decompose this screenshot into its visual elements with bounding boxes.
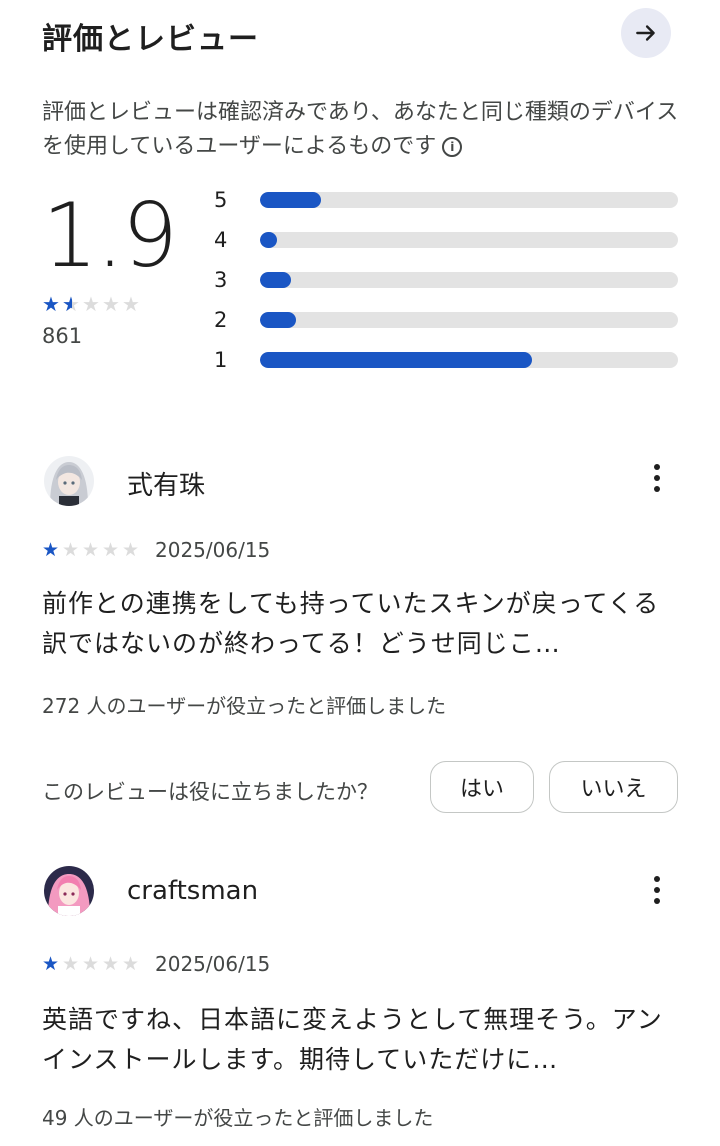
info-icon[interactable]: i (442, 137, 463, 157)
star-empty-icon: ★ (82, 292, 100, 316)
rating-bar-fill (260, 272, 292, 288)
star-empty-icon: ★ (102, 953, 120, 975)
rating-bar-row: 3 (214, 268, 678, 292)
rating-bar-fill (260, 192, 321, 208)
review-text[interactable]: 英語ですね、日本語に変えようとして無理そう。アンインストールします。期待していた… (42, 1000, 682, 1080)
star-empty-icon: ★ (62, 539, 80, 561)
rating-bar-label: 1 (214, 348, 228, 372)
rating-bar-track (260, 272, 678, 288)
half-star-icon: ★ (62, 294, 81, 314)
avatar[interactable] (44, 456, 94, 506)
reviewer-name: craftsman (127, 876, 259, 906)
star-empty-icon: ★ (82, 953, 100, 975)
star-icon: ★ (42, 953, 60, 975)
section-title: 評価とレビュー (42, 22, 259, 57)
rating-bar-fill (260, 352, 532, 368)
review-date: 2025/06/15 (155, 538, 271, 562)
reviewer-name: 式有珠 (127, 471, 206, 501)
more-options-icon[interactable] (645, 870, 669, 910)
helpful-count: 272 人のユーザーが役立ったと評価しました (42, 694, 447, 718)
average-rating: 1.9 (42, 184, 178, 287)
see-all-reviews-button[interactable] (621, 8, 671, 58)
avatar[interactable] (44, 866, 94, 916)
rating-bar-track (260, 352, 678, 368)
review-meta: ★ ★ ★ ★ ★ 2025/06/15 (42, 952, 270, 976)
star-empty-icon: ★ (102, 539, 120, 561)
rating-bar-track (260, 192, 678, 208)
rating-bar-row: 4 (214, 228, 678, 252)
more-options-icon[interactable] (645, 458, 669, 498)
review-stars: ★ ★ ★ ★ ★ (42, 540, 141, 560)
rating-bar-track (260, 312, 678, 328)
rating-bar-row: 5 (214, 188, 678, 212)
rating-bar-label: 2 (214, 308, 228, 332)
rating-bar-row: 1 (214, 348, 678, 372)
helpful-count: 49 人のユーザーが役立ったと評価しました (42, 1106, 434, 1130)
review-stars: ★ ★ ★ ★ ★ (42, 954, 141, 974)
avatar-image (44, 456, 94, 506)
rating-bar-label: 5 (214, 188, 228, 212)
star-empty-icon: ★ (82, 539, 100, 561)
rating-bar-label: 3 (214, 268, 228, 292)
star-empty-icon: ★ (122, 292, 140, 316)
rating-bar-track (260, 232, 678, 248)
star-icon: ★ (42, 539, 60, 561)
review-meta: ★ ★ ★ ★ ★ 2025/06/15 (42, 538, 270, 562)
review-count: 861 (42, 324, 83, 348)
rating-bar-fill (260, 312, 296, 328)
avatar-image (44, 866, 94, 916)
helpful-yes-button[interactable]: はい (430, 761, 534, 813)
star-empty-icon: ★ (62, 953, 80, 975)
helpful-no-button[interactable]: いいえ (549, 761, 678, 813)
rating-bar-label: 4 (214, 228, 228, 252)
rating-bar-fill (260, 232, 277, 248)
review-date: 2025/06/15 (155, 952, 271, 976)
star-empty-icon: ★ (122, 539, 140, 561)
star-icon: ★ (42, 292, 60, 316)
rating-bar-row: 2 (214, 308, 678, 332)
review-text[interactable]: 前作との連携をしても持っていたスキンが戻ってくる訳ではないのが終わってる！どうせ… (42, 584, 682, 664)
description-text: 評価とレビューは確認済みであり、あなたと同じ種類のデバイスを使用しているユーザー… (42, 100, 679, 159)
helpful-question: このレビューは役に立ちましたか？ (42, 780, 378, 804)
ratings-description: 評価とレビューは確認済みであり、あなたと同じ種類のデバイスを使用しているユーザー… (42, 96, 682, 164)
star-empty-icon: ★ (102, 292, 120, 316)
arrow-right-icon (636, 25, 655, 41)
star-empty-icon: ★ (122, 953, 140, 975)
average-stars: ★ ★ ★ ★ ★ (42, 294, 141, 314)
